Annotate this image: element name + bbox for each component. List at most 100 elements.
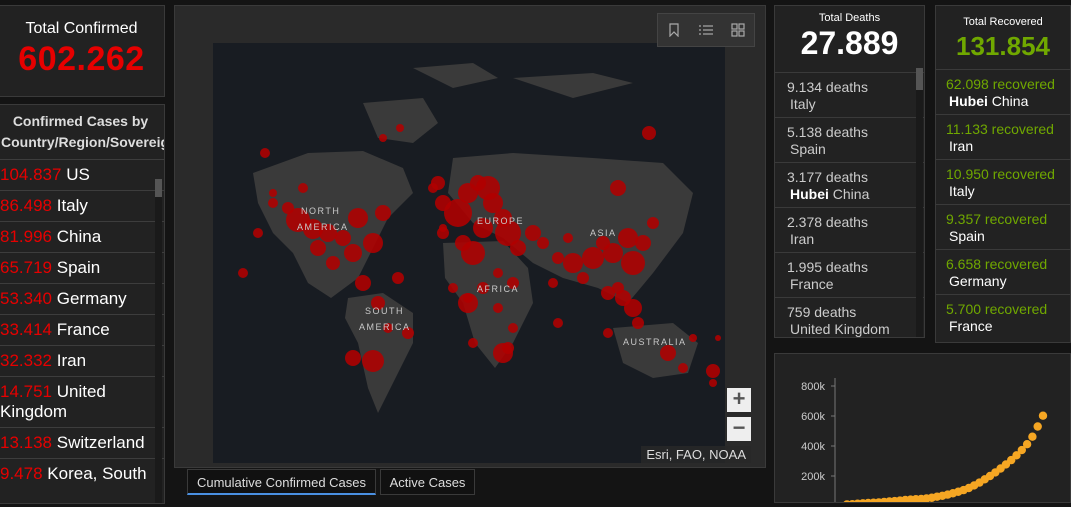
case-marker[interactable]	[463, 293, 473, 303]
case-marker[interactable]	[548, 278, 558, 288]
chart-point[interactable]	[1033, 422, 1042, 431]
recovered-list-item[interactable]: 62.098 recovered Hubei China	[936, 69, 1070, 114]
country-list-item[interactable]: 33.414 France	[0, 314, 164, 345]
case-marker[interactable]	[678, 363, 688, 373]
country-list-item[interactable]: 81.996 China	[0, 221, 164, 252]
case-marker[interactable]	[689, 334, 697, 342]
case-marker[interactable]	[310, 240, 326, 256]
recovered-list-item[interactable]: 6.658 recovered Germany	[936, 249, 1070, 294]
case-marker[interactable]	[647, 217, 659, 229]
tab-active-cases[interactable]: Active Cases	[380, 469, 475, 495]
list-icon[interactable]	[690, 14, 722, 46]
deaths-list-scrollbar[interactable]	[916, 68, 923, 337]
case-marker[interactable]	[537, 237, 549, 249]
case-marker[interactable]	[375, 205, 391, 221]
country-list-item[interactable]: 86.498 Italy	[0, 190, 164, 221]
case-marker[interactable]	[348, 208, 368, 228]
deaths-list-item[interactable]: 759 deaths United Kingdom	[775, 297, 924, 337]
country-list-item[interactable]: 32.332 Iran	[0, 345, 164, 376]
case-marker[interactable]	[709, 379, 717, 387]
deaths-list-item[interactable]: 1.995 deaths France	[775, 252, 924, 297]
recovered-list[interactable]: 62.098 recovered Hubei China 11.133 recove…	[936, 69, 1070, 339]
bookmark-icon[interactable]	[658, 14, 690, 46]
recovered-list-item[interactable]: 11.133 recovered Iran	[936, 114, 1070, 159]
country-list-scrollbar[interactable]	[155, 179, 162, 503]
deaths-list-item[interactable]: 2.378 deaths Iran	[775, 207, 924, 252]
case-marker[interactable]	[563, 233, 573, 243]
tab-cumulative-confirmed[interactable]: Cumulative Confirmed Cases	[187, 469, 376, 495]
case-marker[interactable]	[344, 244, 362, 262]
case-marker[interactable]	[392, 272, 404, 284]
case-marker[interactable]	[253, 228, 263, 238]
case-marker[interactable]	[355, 275, 371, 291]
case-marker[interactable]	[632, 317, 644, 329]
case-marker[interactable]	[577, 272, 589, 284]
country-list-item[interactable]: 9.478 Korea, South	[0, 458, 164, 489]
case-marker[interactable]	[493, 268, 503, 278]
country-list-item[interactable]: 53.340 Germany	[0, 283, 164, 314]
case-marker[interactable]	[431, 176, 445, 190]
case-marker[interactable]	[461, 241, 485, 265]
case-marker[interactable]	[552, 252, 564, 264]
country-list-item[interactable]: 13.138 Switzerland	[0, 427, 164, 458]
scrollbar-thumb[interactable]	[916, 68, 923, 90]
case-marker[interactable]	[510, 240, 526, 256]
map-panel[interactable]: NORTH AMERICA EUROPE ASIA AFRICA SOUTH A…	[174, 5, 766, 468]
case-marker[interactable]	[525, 225, 541, 241]
case-marker[interactable]	[282, 202, 294, 214]
case-marker[interactable]	[396, 124, 404, 132]
zoom-out-button[interactable]: −	[727, 417, 751, 441]
zoom-in-button[interactable]: +	[727, 388, 751, 412]
case-marker[interactable]	[444, 199, 472, 227]
country-list-item[interactable]: 104.837 US	[0, 159, 164, 190]
chart-point[interactable]	[1028, 432, 1037, 441]
case-marker[interactable]	[326, 256, 340, 270]
case-marker[interactable]	[508, 323, 518, 333]
case-marker[interactable]	[238, 268, 248, 278]
case-marker[interactable]	[612, 282, 624, 294]
case-marker[interactable]	[363, 233, 383, 253]
case-marker[interactable]	[362, 350, 384, 372]
case-marker[interactable]	[624, 299, 642, 317]
case-marker[interactable]	[642, 126, 656, 140]
case-marker[interactable]	[715, 335, 721, 341]
case-marker[interactable]	[582, 247, 604, 269]
case-marker[interactable]	[269, 189, 277, 197]
recovered-list-item[interactable]: 9.357 recovered Spain	[936, 204, 1070, 249]
case-marker[interactable]	[493, 303, 503, 313]
case-marker[interactable]	[603, 328, 613, 338]
deaths-list-item[interactable]: 3.177 deaths Hubei China	[775, 162, 924, 207]
case-marker[interactable]	[335, 230, 351, 246]
case-marker[interactable]	[563, 253, 583, 273]
case-marker[interactable]	[439, 224, 447, 232]
deaths-list-item[interactable]: 9.134 deaths Italy	[775, 72, 924, 117]
qr-grid-icon[interactable]	[722, 14, 754, 46]
chart-point[interactable]	[1022, 440, 1032, 449]
case-marker[interactable]	[448, 283, 458, 293]
case-marker[interactable]	[493, 343, 513, 363]
country-list-item[interactable]: 65.719 Spain	[0, 252, 164, 283]
recovered-list-item[interactable]: 5.700 recovered France	[936, 294, 1070, 339]
case-marker[interactable]	[596, 236, 610, 250]
case-marker[interactable]	[298, 183, 308, 193]
deaths-list-place: France	[787, 276, 912, 293]
chart-point[interactable]	[1038, 411, 1048, 420]
case-marker[interactable]	[468, 338, 478, 348]
case-marker[interactable]	[268, 198, 278, 208]
country-list-panel[interactable]: Confirmed Cases by Country/Region/Sovere…	[0, 104, 165, 504]
case-marker[interactable]	[621, 251, 645, 275]
country-list-item[interactable]: 14.751 United Kingdom	[0, 376, 164, 427]
scrollbar-thumb[interactable]	[155, 179, 162, 197]
case-marker[interactable]	[706, 364, 720, 378]
case-marker[interactable]	[345, 350, 361, 366]
world-map[interactable]: NORTH AMERICA EUROPE ASIA AFRICA SOUTH A…	[213, 43, 725, 463]
deaths-list-item[interactable]: 5.138 deaths Spain	[775, 117, 924, 162]
recovered-list-item[interactable]: 10.950 recovered Italy	[936, 159, 1070, 204]
case-marker[interactable]	[379, 134, 387, 142]
case-marker[interactable]	[660, 345, 676, 361]
case-marker[interactable]	[260, 148, 270, 158]
deaths-list[interactable]: 9.134 deaths Italy 5.138 deaths Spain 3.177 …	[775, 72, 924, 337]
case-marker[interactable]	[618, 228, 638, 248]
case-marker[interactable]	[553, 318, 563, 328]
case-marker[interactable]	[610, 180, 626, 196]
